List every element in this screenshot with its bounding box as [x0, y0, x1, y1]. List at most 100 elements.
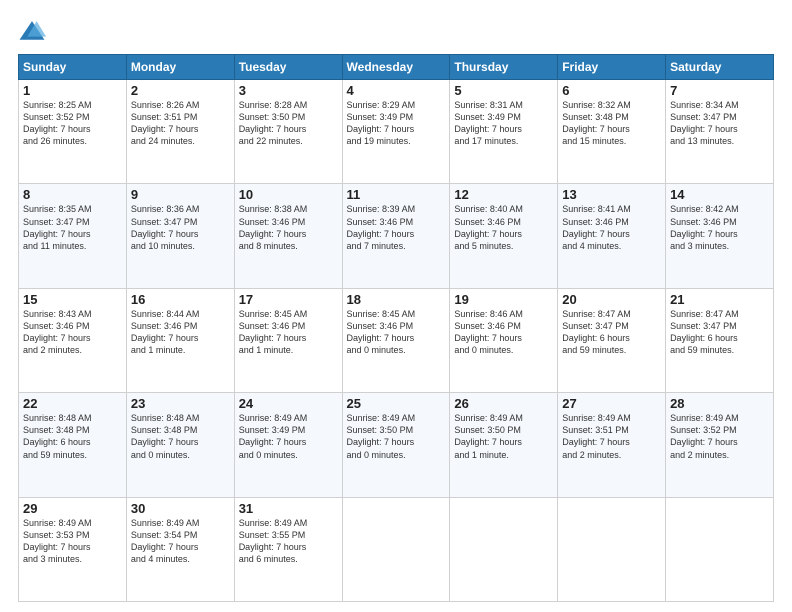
day-number: 24 [239, 396, 338, 411]
calendar-cell: 26Sunrise: 8:49 AM Sunset: 3:50 PM Dayli… [450, 393, 558, 497]
cell-info: Sunrise: 8:35 AM Sunset: 3:47 PM Dayligh… [23, 203, 122, 252]
cell-info: Sunrise: 8:25 AM Sunset: 3:52 PM Dayligh… [23, 99, 122, 148]
calendar-cell: 27Sunrise: 8:49 AM Sunset: 3:51 PM Dayli… [558, 393, 666, 497]
cell-info: Sunrise: 8:42 AM Sunset: 3:46 PM Dayligh… [670, 203, 769, 252]
calendar-body: 1Sunrise: 8:25 AM Sunset: 3:52 PM Daylig… [19, 80, 774, 602]
calendar-cell: 4Sunrise: 8:29 AM Sunset: 3:49 PM Daylig… [342, 80, 450, 184]
calendar-cell: 14Sunrise: 8:42 AM Sunset: 3:46 PM Dayli… [666, 184, 774, 288]
cell-info: Sunrise: 8:48 AM Sunset: 3:48 PM Dayligh… [23, 412, 122, 461]
cell-info: Sunrise: 8:49 AM Sunset: 3:52 PM Dayligh… [670, 412, 769, 461]
cell-info: Sunrise: 8:28 AM Sunset: 3:50 PM Dayligh… [239, 99, 338, 148]
day-header-friday: Friday [558, 55, 666, 80]
day-number: 13 [562, 187, 661, 202]
cell-info: Sunrise: 8:49 AM Sunset: 3:53 PM Dayligh… [23, 517, 122, 566]
day-number: 4 [347, 83, 446, 98]
calendar-cell: 7Sunrise: 8:34 AM Sunset: 3:47 PM Daylig… [666, 80, 774, 184]
day-number: 18 [347, 292, 446, 307]
header-row: SundayMondayTuesdayWednesdayThursdayFrid… [19, 55, 774, 80]
calendar-cell: 18Sunrise: 8:45 AM Sunset: 3:46 PM Dayli… [342, 288, 450, 392]
calendar-cell: 19Sunrise: 8:46 AM Sunset: 3:46 PM Dayli… [450, 288, 558, 392]
calendar-cell: 29Sunrise: 8:49 AM Sunset: 3:53 PM Dayli… [19, 497, 127, 601]
day-number: 29 [23, 501, 122, 516]
calendar-cell [342, 497, 450, 601]
logo [18, 18, 50, 46]
calendar-cell: 16Sunrise: 8:44 AM Sunset: 3:46 PM Dayli… [126, 288, 234, 392]
day-number: 31 [239, 501, 338, 516]
day-number: 17 [239, 292, 338, 307]
calendar-cell: 20Sunrise: 8:47 AM Sunset: 3:47 PM Dayli… [558, 288, 666, 392]
cell-info: Sunrise: 8:36 AM Sunset: 3:47 PM Dayligh… [131, 203, 230, 252]
header [18, 18, 774, 46]
cell-info: Sunrise: 8:31 AM Sunset: 3:49 PM Dayligh… [454, 99, 553, 148]
day-number: 26 [454, 396, 553, 411]
cell-info: Sunrise: 8:43 AM Sunset: 3:46 PM Dayligh… [23, 308, 122, 357]
day-number: 5 [454, 83, 553, 98]
day-number: 28 [670, 396, 769, 411]
cell-info: Sunrise: 8:48 AM Sunset: 3:48 PM Dayligh… [131, 412, 230, 461]
calendar-cell: 21Sunrise: 8:47 AM Sunset: 3:47 PM Dayli… [666, 288, 774, 392]
cell-info: Sunrise: 8:40 AM Sunset: 3:46 PM Dayligh… [454, 203, 553, 252]
day-header-monday: Monday [126, 55, 234, 80]
cell-info: Sunrise: 8:49 AM Sunset: 3:55 PM Dayligh… [239, 517, 338, 566]
day-number: 7 [670, 83, 769, 98]
day-number: 22 [23, 396, 122, 411]
day-header-thursday: Thursday [450, 55, 558, 80]
calendar: SundayMondayTuesdayWednesdayThursdayFrid… [18, 54, 774, 602]
cell-info: Sunrise: 8:32 AM Sunset: 3:48 PM Dayligh… [562, 99, 661, 148]
calendar-cell [558, 497, 666, 601]
calendar-cell: 8Sunrise: 8:35 AM Sunset: 3:47 PM Daylig… [19, 184, 127, 288]
calendar-header: SundayMondayTuesdayWednesdayThursdayFrid… [19, 55, 774, 80]
calendar-week-4: 22Sunrise: 8:48 AM Sunset: 3:48 PM Dayli… [19, 393, 774, 497]
calendar-week-1: 1Sunrise: 8:25 AM Sunset: 3:52 PM Daylig… [19, 80, 774, 184]
calendar-cell: 6Sunrise: 8:32 AM Sunset: 3:48 PM Daylig… [558, 80, 666, 184]
cell-info: Sunrise: 8:47 AM Sunset: 3:47 PM Dayligh… [670, 308, 769, 357]
day-number: 14 [670, 187, 769, 202]
cell-info: Sunrise: 8:44 AM Sunset: 3:46 PM Dayligh… [131, 308, 230, 357]
calendar-cell: 23Sunrise: 8:48 AM Sunset: 3:48 PM Dayli… [126, 393, 234, 497]
calendar-cell: 9Sunrise: 8:36 AM Sunset: 3:47 PM Daylig… [126, 184, 234, 288]
day-header-tuesday: Tuesday [234, 55, 342, 80]
calendar-cell [450, 497, 558, 601]
day-number: 21 [670, 292, 769, 307]
cell-info: Sunrise: 8:49 AM Sunset: 3:49 PM Dayligh… [239, 412, 338, 461]
calendar-cell: 10Sunrise: 8:38 AM Sunset: 3:46 PM Dayli… [234, 184, 342, 288]
cell-info: Sunrise: 8:49 AM Sunset: 3:54 PM Dayligh… [131, 517, 230, 566]
calendar-cell: 5Sunrise: 8:31 AM Sunset: 3:49 PM Daylig… [450, 80, 558, 184]
logo-icon [18, 18, 46, 46]
day-number: 9 [131, 187, 230, 202]
cell-info: Sunrise: 8:49 AM Sunset: 3:51 PM Dayligh… [562, 412, 661, 461]
day-number: 16 [131, 292, 230, 307]
page: SundayMondayTuesdayWednesdayThursdayFrid… [0, 0, 792, 612]
day-number: 25 [347, 396, 446, 411]
calendar-cell: 25Sunrise: 8:49 AM Sunset: 3:50 PM Dayli… [342, 393, 450, 497]
day-number: 20 [562, 292, 661, 307]
day-header-saturday: Saturday [666, 55, 774, 80]
day-number: 11 [347, 187, 446, 202]
day-header-sunday: Sunday [19, 55, 127, 80]
calendar-week-3: 15Sunrise: 8:43 AM Sunset: 3:46 PM Dayli… [19, 288, 774, 392]
day-number: 30 [131, 501, 230, 516]
day-number: 23 [131, 396, 230, 411]
day-header-wednesday: Wednesday [342, 55, 450, 80]
day-number: 27 [562, 396, 661, 411]
calendar-cell: 3Sunrise: 8:28 AM Sunset: 3:50 PM Daylig… [234, 80, 342, 184]
calendar-cell: 15Sunrise: 8:43 AM Sunset: 3:46 PM Dayli… [19, 288, 127, 392]
cell-info: Sunrise: 8:45 AM Sunset: 3:46 PM Dayligh… [239, 308, 338, 357]
cell-info: Sunrise: 8:41 AM Sunset: 3:46 PM Dayligh… [562, 203, 661, 252]
cell-info: Sunrise: 8:45 AM Sunset: 3:46 PM Dayligh… [347, 308, 446, 357]
calendar-cell: 22Sunrise: 8:48 AM Sunset: 3:48 PM Dayli… [19, 393, 127, 497]
cell-info: Sunrise: 8:29 AM Sunset: 3:49 PM Dayligh… [347, 99, 446, 148]
day-number: 2 [131, 83, 230, 98]
calendar-cell: 11Sunrise: 8:39 AM Sunset: 3:46 PM Dayli… [342, 184, 450, 288]
cell-info: Sunrise: 8:38 AM Sunset: 3:46 PM Dayligh… [239, 203, 338, 252]
calendar-cell: 12Sunrise: 8:40 AM Sunset: 3:46 PM Dayli… [450, 184, 558, 288]
cell-info: Sunrise: 8:26 AM Sunset: 3:51 PM Dayligh… [131, 99, 230, 148]
day-number: 19 [454, 292, 553, 307]
calendar-cell: 2Sunrise: 8:26 AM Sunset: 3:51 PM Daylig… [126, 80, 234, 184]
calendar-cell: 24Sunrise: 8:49 AM Sunset: 3:49 PM Dayli… [234, 393, 342, 497]
day-number: 3 [239, 83, 338, 98]
cell-info: Sunrise: 8:39 AM Sunset: 3:46 PM Dayligh… [347, 203, 446, 252]
day-number: 6 [562, 83, 661, 98]
calendar-cell: 17Sunrise: 8:45 AM Sunset: 3:46 PM Dayli… [234, 288, 342, 392]
day-number: 10 [239, 187, 338, 202]
